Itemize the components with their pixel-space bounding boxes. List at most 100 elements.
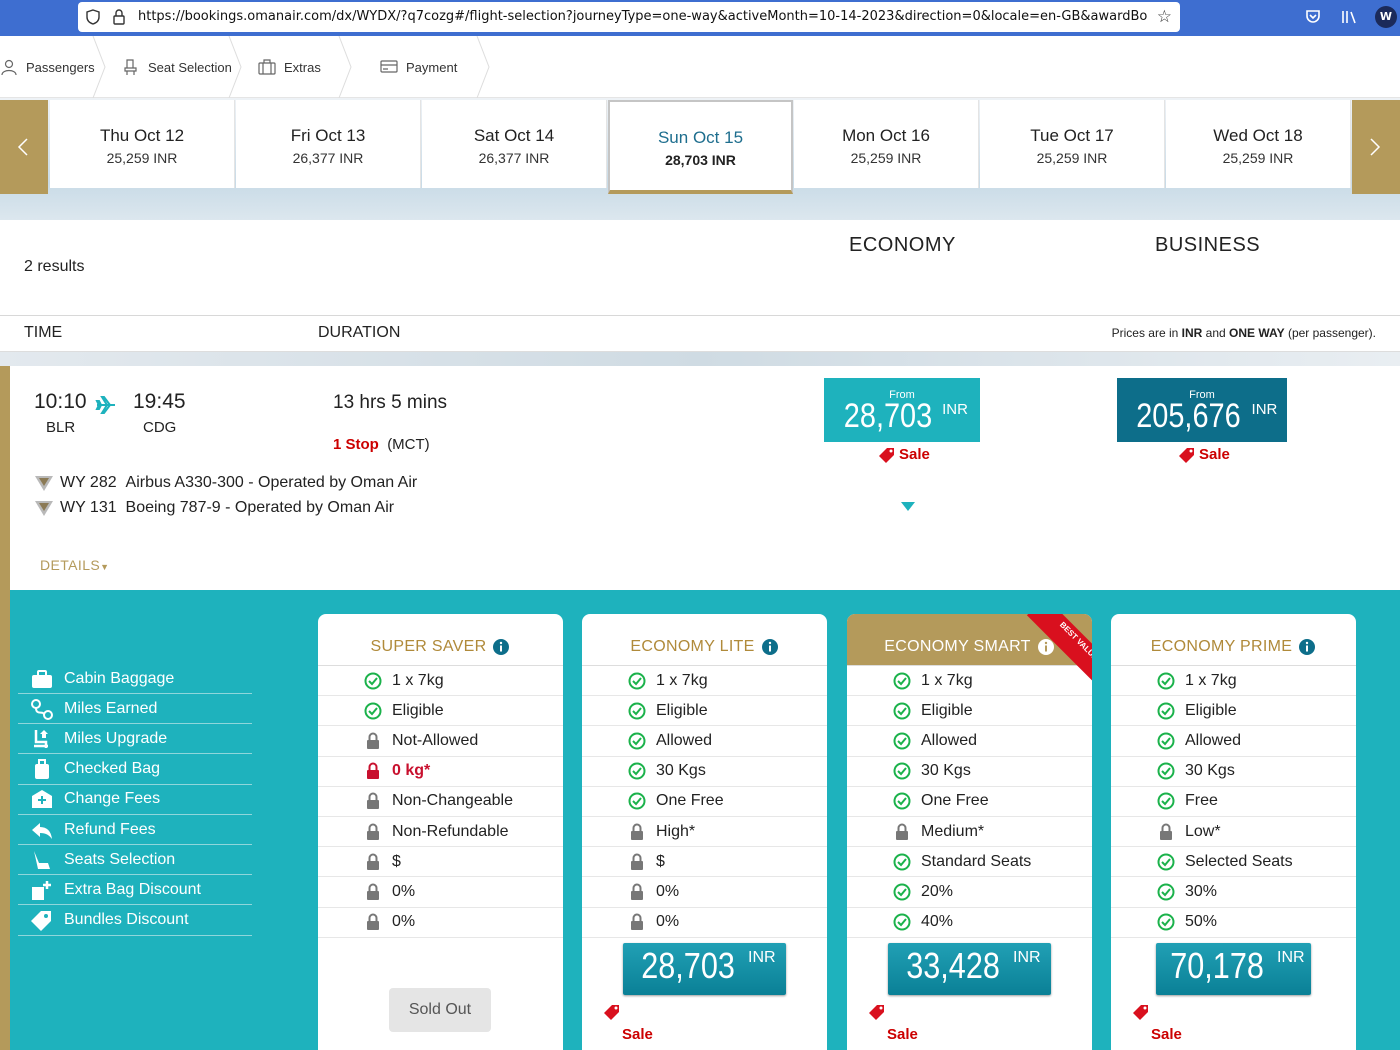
date-option[interactable]: Sat Oct 14 26,377 INR: [422, 100, 607, 188]
step-passengers[interactable]: Passengers: [0, 36, 95, 98]
check-circle-icon: [893, 913, 911, 931]
lock-icon: [631, 883, 643, 900]
legend-item: Miles Earned: [18, 694, 252, 725]
prices-note: Prices are in INR and ONE WAY (per passe…: [1112, 326, 1376, 340]
date-option[interactable]: Wed Oct 18 25,259 INR: [1166, 100, 1351, 188]
lock-icon: [631, 823, 643, 840]
date-price: 25,259 INR: [106, 150, 178, 166]
check-circle-icon: [1157, 702, 1175, 720]
sale-badge: Sale: [879, 446, 930, 463]
feature-value: Medium*: [921, 822, 985, 840]
check-circle-icon: [1157, 732, 1175, 750]
date-label: Thu Oct 12: [99, 126, 185, 145]
fare-column-economy-prime: ECONOMY PRIME 1 x 7kg Eligible Allowed 30 Kg…: [1111, 614, 1356, 1050]
info-icon[interactable]: [1298, 638, 1316, 656]
step-seat-selection[interactable]: Seat Selection: [122, 36, 232, 98]
feature-value: $: [656, 852, 665, 870]
check-circle-icon: [628, 732, 646, 750]
business-from-price-button[interactable]: From 205,676 INR: [1117, 378, 1287, 442]
info-icon[interactable]: [761, 638, 779, 656]
time-column-header[interactable]: TIME: [24, 324, 62, 342]
bookmark-star-icon[interactable]: ☆: [1157, 7, 1172, 27]
step-label: Passengers: [26, 59, 95, 75]
feature-value: 0%: [656, 913, 680, 931]
shield-icon[interactable]: [86, 9, 100, 25]
prev-dates-button[interactable]: [0, 100, 48, 194]
check-circle-icon: [628, 672, 646, 690]
chevron-right-icon: [1370, 138, 1381, 156]
url-text[interactable]: https://bookings.omanair.com/dx/WYDX/?q7…: [138, 9, 1148, 24]
fare-feature-row: Medium*: [847, 817, 1092, 848]
lock-icon[interactable]: [112, 8, 126, 26]
step-payment[interactable]: Payment: [380, 36, 457, 98]
lock-icon: [367, 883, 379, 900]
address-bar[interactable]: https://bookings.omanair.com/dx/WYDX/?q7…: [78, 2, 1180, 32]
check-circle-icon: [628, 702, 646, 720]
legend-label: Change Fees: [64, 790, 161, 808]
next-dates-button[interactable]: [1352, 100, 1400, 194]
fare-feature-row: 1 x 7kg: [582, 666, 827, 697]
legend-label: Miles Earned: [64, 699, 158, 717]
fare-currency: INR: [748, 949, 776, 966]
feature-value: One Free: [656, 792, 724, 810]
info-icon[interactable]: [492, 638, 510, 656]
extra-bag-icon: [32, 880, 51, 900]
check-circle-icon: [1157, 762, 1175, 780]
check-circle-icon: [893, 732, 911, 750]
expand-caret-icon[interactable]: [901, 502, 915, 512]
legend-item: Refund Fees: [18, 815, 252, 845]
stop-airport: (MCT): [387, 436, 430, 453]
feature-value: Eligible: [921, 701, 973, 719]
select-fare-button[interactable]: 70,178 INR: [1156, 943, 1311, 995]
fare-feature-row: Eligible: [847, 696, 1092, 727]
library-icon[interactable]: [1340, 8, 1358, 26]
pocket-icon[interactable]: [1304, 8, 1322, 26]
feature-value: 1 x 7kg: [392, 671, 444, 689]
sale-badge: Sale: [1179, 446, 1230, 463]
check-circle-icon: [1157, 792, 1175, 810]
stops-info[interactable]: 1 Stop (MCT): [333, 436, 430, 453]
fare-column-economy-lite: ECONOMY LITE 1 x 7kg Eligible Allowed 30 Kgs…: [582, 614, 827, 1050]
date-option[interactable]: Mon Oct 16 25,259 INR: [794, 100, 979, 188]
step-extras[interactable]: Extras: [258, 36, 321, 98]
fare-feature-row: Non-Refundable: [318, 817, 563, 848]
check-circle-icon: [893, 883, 911, 901]
date-label: Mon Oct 16: [842, 126, 930, 145]
fare-feature-row: 1 x 7kg: [318, 666, 563, 697]
date-option[interactable]: Tue Oct 17 25,259 INR: [980, 100, 1165, 188]
check-circle-icon: [1157, 883, 1175, 901]
feature-value: 20%: [921, 882, 954, 900]
date-price: 25,259 INR: [1036, 150, 1108, 166]
legend-label: Miles Upgrade: [64, 729, 168, 747]
seat-icon: [124, 59, 137, 75]
duration-column-header[interactable]: DURATION: [318, 324, 400, 342]
date-option[interactable]: Thu Oct 12 25,259 INR: [50, 100, 235, 188]
date-price: 25,259 INR: [850, 150, 922, 166]
account-avatar[interactable]: W: [1375, 6, 1397, 28]
feature-value: Not-Allowed: [392, 731, 479, 749]
legend-item: Seats Selection: [18, 845, 252, 876]
economy-from-price-button[interactable]: From 28,703 INR: [824, 378, 980, 442]
divider: [0, 315, 1400, 316]
fare-feature-row: 30 Kgs: [1111, 757, 1356, 787]
fare-feature-row: $: [318, 847, 563, 878]
step-separator: [338, 36, 352, 98]
date-option[interactable]: Fri Oct 13 26,377 INR: [236, 100, 421, 188]
fare-column-super-saver: SUPER SAVER 1 x 7kg Eligible Not-Allowed 0 k…: [318, 614, 563, 1050]
check-circle-icon: [893, 702, 911, 720]
lock-icon: [631, 853, 643, 870]
fare-feature-row: Allowed: [1111, 726, 1356, 757]
stops-count[interactable]: 1 Stop: [333, 436, 379, 453]
select-fare-button[interactable]: 28,703 INR: [623, 943, 786, 995]
details-toggle[interactable]: DETAILS▼: [40, 557, 109, 573]
feature-value: Eligible: [656, 701, 708, 719]
legend-label: Refund Fees: [64, 820, 156, 838]
lock-icon: [1160, 823, 1172, 840]
select-fare-button[interactable]: 33,428 INR: [888, 943, 1051, 995]
arrival-time: 19:45: [133, 390, 186, 413]
feature-value: 1 x 7kg: [921, 671, 973, 689]
feature-value: 30%: [1185, 882, 1218, 900]
date-label: Wed Oct 18: [1213, 126, 1303, 145]
date-option-selected[interactable]: Sun Oct 15 28,703 INR: [608, 100, 793, 194]
seat-select-icon: [34, 850, 50, 869]
